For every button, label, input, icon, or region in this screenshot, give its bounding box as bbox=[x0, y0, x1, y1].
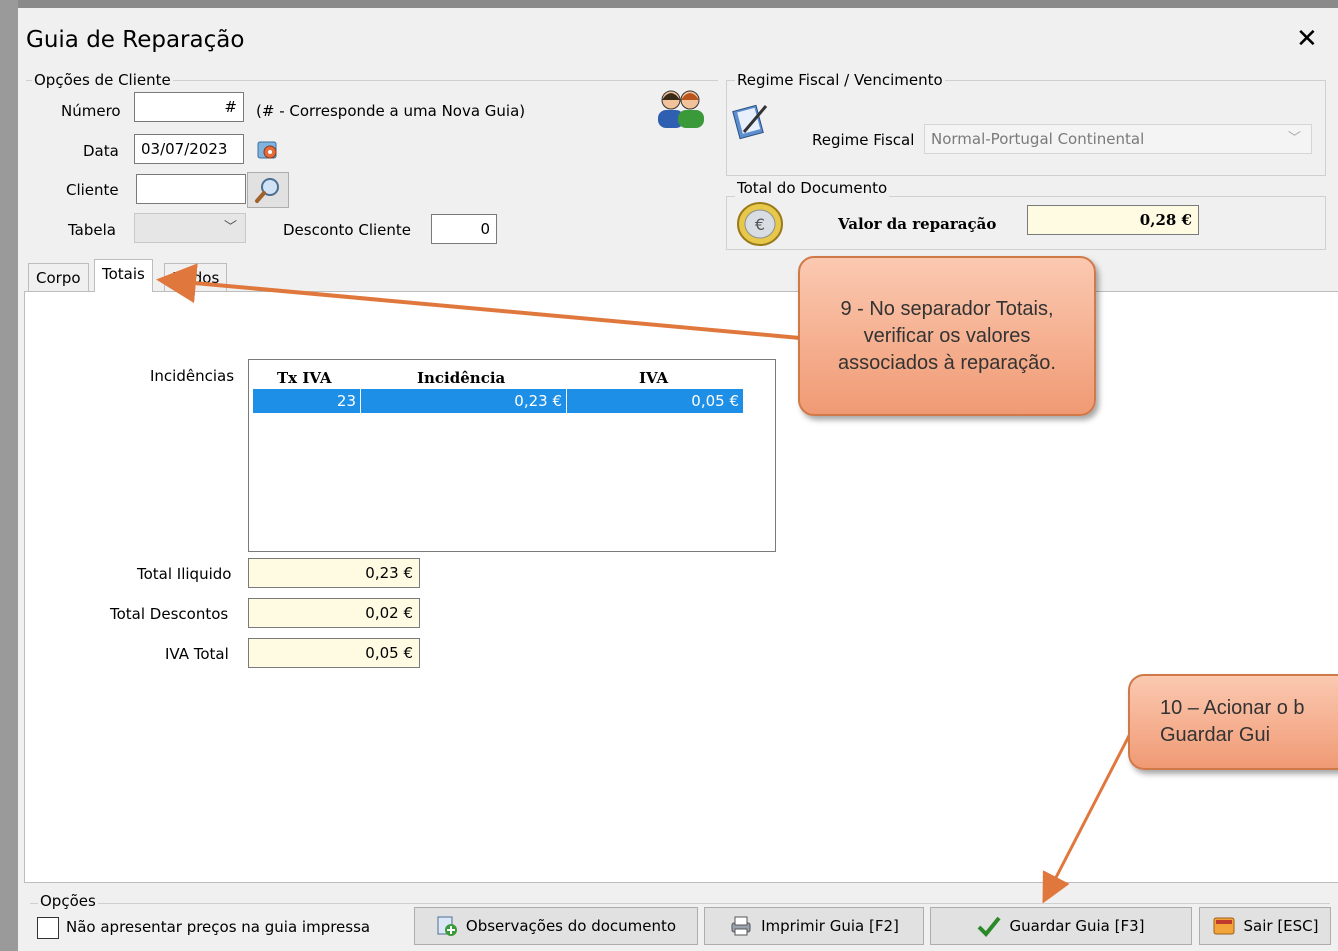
annotation-arrows bbox=[156, 263, 1134, 904]
printer-icon bbox=[731, 916, 751, 936]
tab-totais[interactable]: Totais bbox=[94, 259, 153, 292]
checkmark-icon bbox=[978, 916, 1002, 937]
imprimir-label: Imprimir Guia [F2] bbox=[761, 917, 899, 935]
hide-prices-label: Não apresentar preços na guia impressa bbox=[66, 918, 371, 936]
exit-icon bbox=[1213, 917, 1234, 935]
guardar-button[interactable]: Guardar Guia [F3] bbox=[930, 907, 1192, 945]
callout-step-10-text: 10 – Acionar o b Guardar Gui bbox=[1160, 697, 1305, 746]
sair-button[interactable]: Sair [ESC] bbox=[1199, 907, 1331, 945]
observacoes-label: Observações do documento bbox=[465, 917, 677, 935]
arrow-to-totais-tab bbox=[156, 263, 801, 340]
observacoes-button[interactable]: Observações do documento bbox=[414, 907, 698, 945]
imprimir-button[interactable]: Imprimir Guia [F2] bbox=[704, 907, 924, 945]
callout-step-9: 9 - No separador Totais, verificar os va… bbox=[798, 256, 1096, 416]
sair-label: Sair [ESC] bbox=[1243, 917, 1319, 935]
hide-prices-checkbox[interactable] bbox=[37, 917, 59, 939]
arrow-to-guardar-button bbox=[1042, 729, 1134, 904]
options-legend: Opções bbox=[38, 892, 98, 910]
add-note-icon bbox=[437, 916, 457, 936]
callout-step-10: 10 – Acionar o b Guardar Gui bbox=[1128, 674, 1338, 770]
guardar-label: Guardar Guia [F3] bbox=[1009, 917, 1145, 935]
